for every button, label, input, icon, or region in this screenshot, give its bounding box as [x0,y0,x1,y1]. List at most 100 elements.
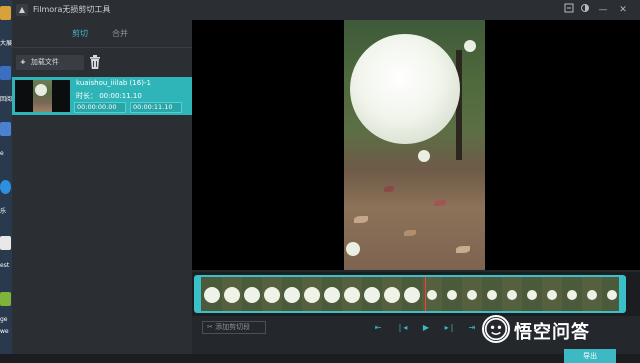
desktop-doc-icon[interactable] [0,66,11,80]
timeline-frame-apple [607,290,617,300]
wukong-logo-icon [482,315,510,343]
desktop-app-icon[interactable] [0,292,11,306]
scissors-icon: ✂ [207,323,213,331]
timeline-frame-apple [264,287,280,303]
step-forward-icon[interactable]: ▸❘ [444,321,456,334]
timeline-frame [442,277,462,311]
desktop-label: 乐 [0,208,7,215]
timeline-frame [562,277,582,311]
fallen-leaf [404,230,416,236]
window-title: Filmora无损剪切工具 [33,5,111,14]
timeline-frame [282,277,302,311]
small-apple [346,242,360,256]
add-cut-button[interactable]: ✂ 添加剪切段 [202,321,266,334]
timeline[interactable] [192,272,640,316]
add-file-label: 加载文件 [30,58,59,66]
small-apple [464,40,476,52]
timeline-frame [302,277,322,311]
fallen-leaf [434,200,446,206]
desktop-label: 大展 [0,40,12,47]
desktop-doc-icon[interactable] [0,122,11,136]
desktop-label: 回阅 [0,96,12,103]
timeline-frame [342,277,362,311]
small-apple [418,150,430,162]
minimize-icon[interactable]: — [596,3,610,17]
tab-divider [12,47,192,48]
timeline-frame [262,277,282,311]
watermark: 悟空问答 [482,314,640,348]
timeline-frame-apple [364,287,380,303]
timeline-frame-apple [344,287,360,303]
close-icon[interactable]: ✕ [616,3,630,17]
timeline-frame [542,277,562,311]
timeline-frame-apple [527,290,537,300]
timeline-frame [462,277,482,311]
timeline-frame-apple [204,287,220,303]
thumbnail-apple [35,84,47,96]
desktop-browser-icon[interactable] [0,180,11,194]
clip-item[interactable]: kuaishou_iiilab (16)-1 时长： 00:00:11.10 0… [12,77,192,115]
clip-end-time[interactable]: 00:00:11.10 [130,102,182,113]
timeline-frame-apple [304,287,320,303]
trim-start-handle[interactable] [196,277,201,311]
timeline-frame-apple [384,287,400,303]
tab-merge[interactable]: 合并 [112,28,128,39]
plus-icon: + [20,58,26,66]
add-file-button[interactable]: + 加载文件 [16,55,84,70]
tab-trim[interactable]: 剪切 [72,28,88,39]
clip-duration: 时长： 00:00:11.10 [76,92,142,100]
sidebar: 剪切 合并 + 加载文件 kuaishou_iiilab (16)-1 时长： 0… [12,20,192,354]
trash-icon[interactable] [88,54,102,70]
next-mark-icon[interactable]: ⇥ [466,321,478,334]
timeline-frame [382,277,402,311]
timeline-frame-apple [467,290,477,300]
clip-thumbnail [15,80,70,112]
watermark-text: 悟空问答 [514,322,590,343]
app-window: Filmora无损剪切工具 — ✕ 剪切 合并 + 加载文件 kuaishou_… [12,0,640,363]
timeline-frame [522,277,542,311]
timeline-frame-apple [587,290,597,300]
timeline-frame-apple [404,287,420,303]
timeline-frame-apple [324,287,340,303]
timeline-frame [482,277,502,311]
fallen-leaf [354,216,368,223]
theme-icon[interactable] [578,3,592,17]
add-cut-label: 添加剪切段 [215,323,251,331]
timeline-frame-apple [507,290,517,300]
menu-icon[interactable] [562,3,576,17]
fallen-leaf [384,186,394,192]
filmora-logo-icon [16,4,28,16]
desktop-label: e [0,150,4,157]
timeline-frame [322,277,342,311]
timeline-frame [202,277,222,311]
video-frame [344,20,485,270]
clip-start-time[interactable]: 00:00:00.00 [74,102,126,113]
timeline-frame-apple [567,290,577,300]
prev-mark-icon[interactable]: ⇤ [372,321,384,334]
timeline-track[interactable] [194,275,626,313]
timeline-frame [242,277,262,311]
timeline-frame-apple [447,290,457,300]
timeline-frame-apple [547,290,557,300]
timeline-frame [582,277,602,311]
timeline-frame [502,277,522,311]
step-back-icon[interactable]: ❘◂ [396,321,408,334]
timeline-frame [402,277,422,311]
export-button[interactable]: 导出 [564,349,616,363]
clip-name: kuaishou_iiilab (16)-1 [76,79,151,87]
desktop-label: ge [0,316,8,323]
apple [350,34,460,144]
desktop-strip: 大展 回阅 e 乐 est ge we [0,0,12,354]
desktop-doc-icon[interactable] [0,236,11,250]
trim-end-handle[interactable] [619,277,624,311]
playhead[interactable] [425,277,426,311]
fallen-leaf [456,246,470,253]
play-icon[interactable]: ▶ [420,321,432,334]
timeline-frame-apple [224,287,240,303]
timeline-frame [222,277,242,311]
video-preview[interactable] [192,20,640,270]
title-bar: Filmora无损剪切工具 — ✕ [12,0,640,20]
timeline-frame-apple [427,290,437,300]
desktop-app-icon[interactable] [0,6,11,20]
timeline-frame [362,277,382,311]
